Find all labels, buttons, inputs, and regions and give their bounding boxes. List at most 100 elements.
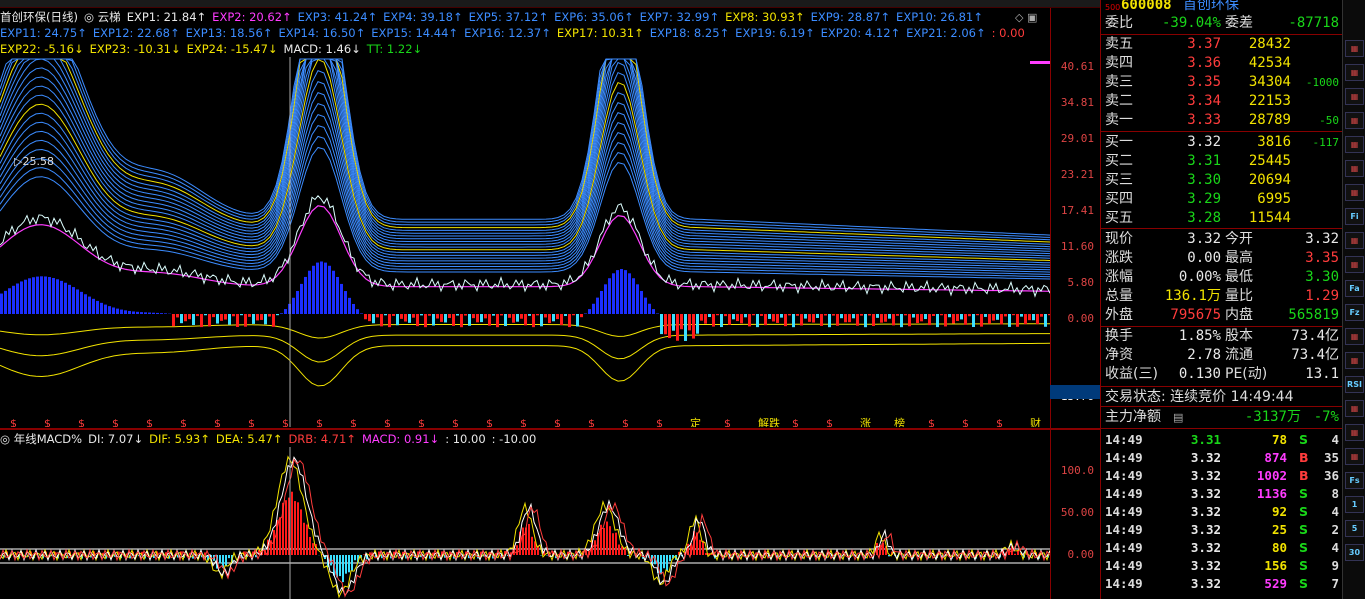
axis-tick: 29.01 <box>1060 132 1094 145</box>
macd-bar <box>621 546 623 555</box>
ask-price: 3.33 <box>1187 112 1221 128</box>
price-chart[interactable]: $ $ $ $ $ $ $ $ $ $ $ $ $ $ $ $ $ $ $ $ 定 $ 解跌 $ $ 涨 榜 $ $ $ 财 ▷25.58 <box>0 57 1050 427</box>
volume-bar <box>284 309 287 314</box>
volume-bar <box>676 314 679 341</box>
ask-row: 卖一 3.33 28789 -50 <box>1101 111 1343 130</box>
stat-value: 73.4亿 <box>1291 328 1339 344</box>
diamond-icon[interactable]: ◇ <box>1015 11 1023 24</box>
toolbar-icon[interactable]: ▦ <box>1345 88 1364 105</box>
toolbar-icon[interactable]: ▦ <box>1345 352 1364 369</box>
volume-bar <box>748 314 751 327</box>
exp-band-line <box>0 69 1050 264</box>
toolbar-icon[interactable]: ▦ <box>1345 64 1364 81</box>
volume-bar <box>856 314 859 326</box>
period-toolbar[interactable] <box>0 0 1100 8</box>
volume-bar <box>60 280 63 314</box>
legend-item: EXP18: 8.25↑ <box>649 26 730 40</box>
volume-bar <box>456 314 459 316</box>
volume-bar <box>628 273 631 314</box>
volume-bar <box>160 313 163 314</box>
macd-line <box>0 456 1050 597</box>
toolbar-icon[interactable]: ▦ <box>1345 184 1364 201</box>
volume-bar <box>524 314 527 326</box>
legend-item: EXP15: 14.44↑ <box>371 26 459 40</box>
toolbar-icon[interactable]: Fa <box>1345 280 1364 297</box>
macd-chart[interactable] <box>0 447 1050 599</box>
volume-bar <box>228 314 231 325</box>
volume-bar <box>180 314 183 324</box>
volume-bar <box>1024 314 1027 325</box>
toolbar-icon[interactable]: ▦ <box>1345 448 1364 465</box>
volume-bar <box>728 314 731 325</box>
ask-price: 3.37 <box>1187 36 1221 52</box>
legend-item: EXP4: 39.18↑ <box>383 10 463 24</box>
stat-row: 外盘 795675 内盘 565819 <box>1101 306 1343 325</box>
tick-side: S <box>1299 432 1309 447</box>
volume-bar <box>12 285 15 314</box>
toolbar-icon[interactable]: ▦ <box>1345 424 1364 441</box>
signal-marker: $ <box>656 417 663 427</box>
toolbar-icon[interactable]: ▦ <box>1345 40 1364 57</box>
signal-marker: $ <box>452 417 459 427</box>
macd-bar <box>606 521 608 555</box>
toolbar-icon[interactable]: ▦ <box>1345 160 1364 177</box>
volume-bar <box>540 314 543 327</box>
pane-separator[interactable] <box>0 428 1100 430</box>
volume-bar <box>604 284 607 314</box>
volume-bar <box>232 314 235 317</box>
toolbar-icon[interactable]: 5 <box>1345 520 1364 537</box>
tick-side: B <box>1299 468 1309 483</box>
toolbar-icon[interactable]: Fs <box>1345 472 1364 489</box>
volume-bar <box>64 282 67 314</box>
volume-bar <box>256 314 259 321</box>
signal-marker: $ <box>962 417 969 427</box>
volume-bar <box>788 314 791 316</box>
stat-value: 3.35 <box>1305 250 1339 266</box>
toolbar-icon[interactable]: ▦ <box>1345 400 1364 417</box>
volume-bar <box>988 314 991 324</box>
volume-bar <box>1000 314 1003 325</box>
volume-bar <box>696 314 699 334</box>
tick-volume: 1136 <box>1256 486 1287 501</box>
volume-bar <box>864 314 867 328</box>
volume-bar <box>548 314 551 324</box>
signal-marker: $ <box>316 417 323 427</box>
volume-bar <box>984 314 987 317</box>
macd-bar <box>666 555 668 572</box>
toolbar-icon[interactable]: 30 <box>1345 544 1364 561</box>
stat-value: 73.4亿 <box>1291 347 1339 363</box>
volume-bar <box>580 314 583 318</box>
volume-bar <box>476 314 479 323</box>
macd-bar <box>294 501 296 555</box>
volume-bar <box>440 314 443 322</box>
volume-bar <box>968 314 971 317</box>
axis-tick: 23.21 <box>1060 168 1094 181</box>
stat-label: PE(动) <box>1225 366 1268 382</box>
toolbar-icon[interactable]: 1 <box>1345 496 1364 513</box>
restore-icon[interactable]: ▣ <box>1027 11 1037 24</box>
volume-bar <box>720 314 723 328</box>
window-controls[interactable]: ◇ ▣ <box>1015 11 1050 25</box>
toolbar-icon[interactable]: Fi <box>1345 208 1364 225</box>
legend-item: EXP1: 21.84↑ <box>126 10 207 24</box>
tick-volume: 25 <box>1271 522 1287 537</box>
volume-bar <box>76 289 79 314</box>
toolbar-icon[interactable]: ▦ <box>1345 112 1364 129</box>
tick-time: 14:49 <box>1105 540 1143 555</box>
volume-bar <box>520 314 523 319</box>
volume-bar <box>240 314 243 316</box>
volume-bar <box>928 314 931 326</box>
toolbar-icon[interactable]: ▦ <box>1345 136 1364 153</box>
volume-bar <box>468 314 471 326</box>
toolbar-icon[interactable]: Fz <box>1345 304 1364 321</box>
toolbar-icon[interactable]: ▦ <box>1345 328 1364 345</box>
toolbar-icon[interactable]: ▦ <box>1345 232 1364 249</box>
signal-marker: $ <box>622 417 629 427</box>
toolbar-icon[interactable]: RSI <box>1345 376 1364 393</box>
toolbar-icon[interactable]: ▦ <box>1345 256 1364 273</box>
legend-item: ◎ 年线MACD% <box>0 432 83 446</box>
legend-item: MACD: 0.91↓ <box>361 432 440 446</box>
bid-price: 3.32 <box>1187 134 1221 150</box>
volume-bar <box>596 297 599 314</box>
stock-name: 首创环保 <box>1183 0 1239 13</box>
